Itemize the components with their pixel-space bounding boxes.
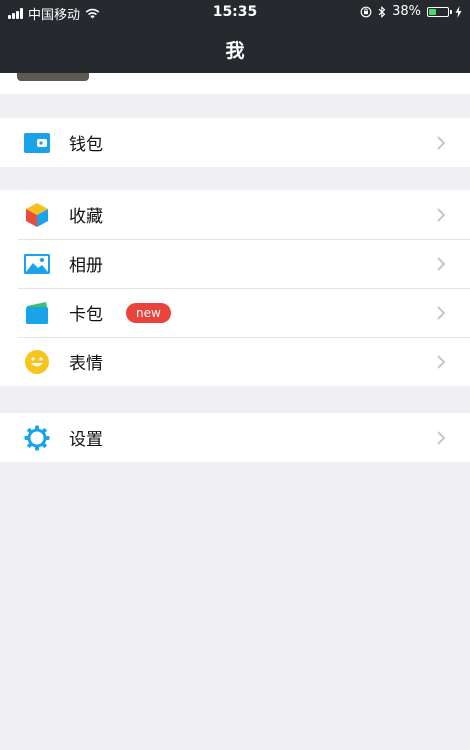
group-wallet: 钱包 [0, 118, 470, 167]
avatar[interactable] [17, 73, 89, 81]
menu-item-settings[interactable]: 设置 [0, 413, 470, 462]
menu-item-label: 卡包 [69, 305, 103, 325]
menu-item-label: 收藏 [69, 207, 103, 227]
menu-item-stickers[interactable]: 表情 [0, 337, 470, 386]
chevron-right-icon [437, 430, 446, 445]
status-bar: 中国移动 15:35 38% [0, 0, 470, 24]
chevron-right-icon [437, 305, 446, 320]
menu-item-label: 表情 [69, 354, 103, 374]
menu-item-wallet[interactable]: 钱包 [0, 118, 470, 167]
group-settings: 设置 [0, 413, 470, 462]
card-pack-icon [23, 299, 51, 327]
menu-item-favorites[interactable]: 收藏 [0, 190, 470, 239]
status-right: 38% [360, 4, 462, 19]
menu-item-label: 设置 [69, 430, 103, 450]
chevron-right-icon [437, 256, 446, 271]
page-title: 我 [225, 40, 245, 62]
new-badge: new [126, 302, 171, 323]
wallet-icon [23, 129, 51, 157]
chevron-right-icon [437, 207, 446, 222]
photo-album-icon [23, 250, 51, 278]
chevron-right-icon [437, 354, 446, 369]
group-collections: 收藏 相册 卡包 new 表情 [0, 190, 470, 386]
favorites-cube-icon [23, 201, 51, 229]
header: 中国移动 15:35 38% 我 [0, 0, 470, 73]
menu-item-label: 相册 [69, 256, 103, 276]
chevron-right-icon [437, 135, 446, 150]
battery-percent: 38% [392, 4, 421, 19]
menu-item-album[interactable]: 相册 [0, 239, 470, 288]
bluetooth-icon [378, 5, 386, 18]
menu-item-label: 钱包 [69, 135, 103, 155]
battery-level-fill [429, 8, 436, 15]
orientation-lock-icon [360, 6, 372, 17]
charging-bolt-icon [455, 5, 462, 18]
battery-icon [427, 6, 452, 17]
menu-item-card-pack[interactable]: 卡包 new [0, 288, 470, 337]
smiley-icon [23, 348, 51, 376]
gear-icon [23, 424, 51, 452]
